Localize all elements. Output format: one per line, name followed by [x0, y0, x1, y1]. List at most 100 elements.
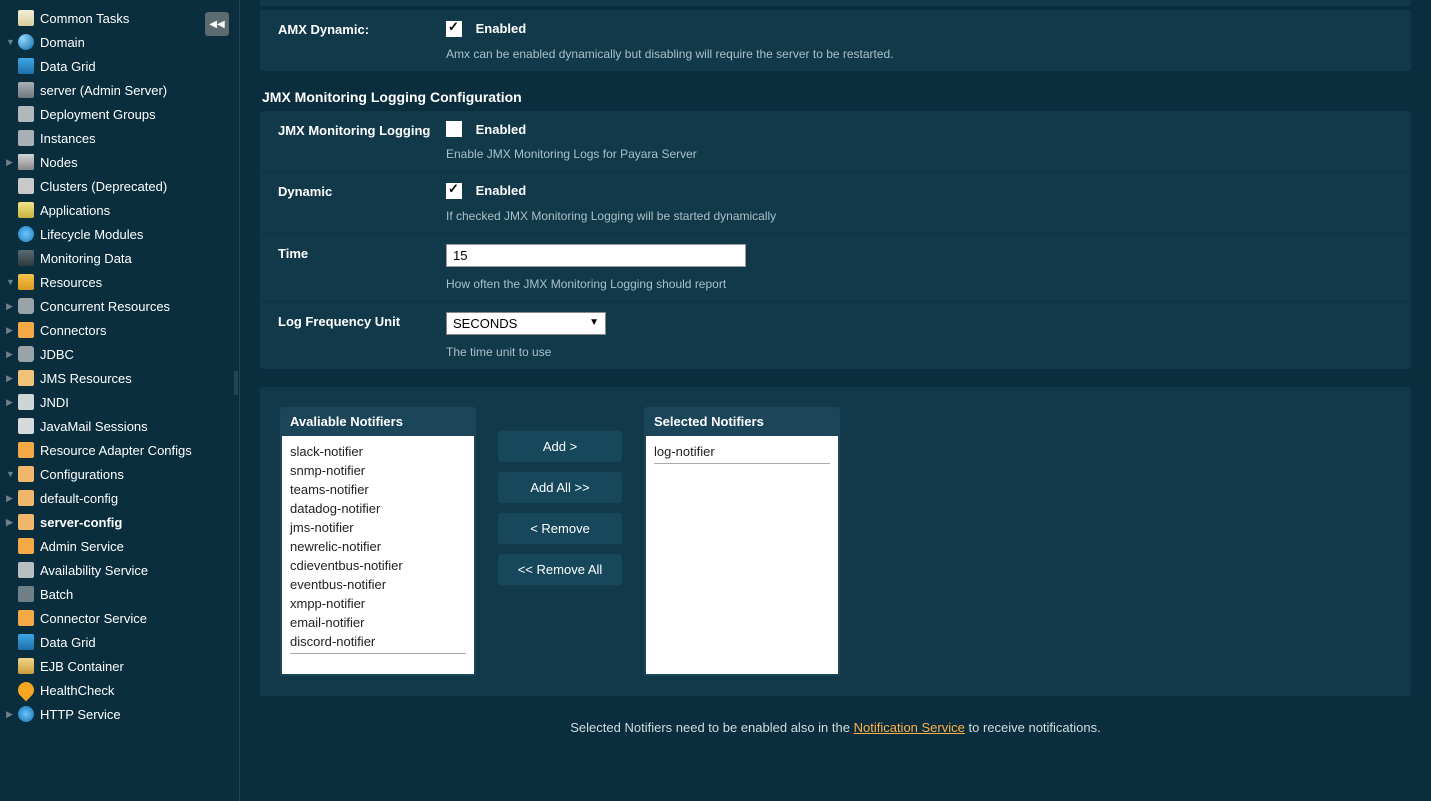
- config-icon: [18, 466, 34, 482]
- sidebar-item[interactable]: EJB Container: [0, 654, 239, 678]
- sidebar-item[interactable]: Admin Service: [0, 534, 239, 558]
- sidebar-item[interactable]: Common Tasks: [0, 6, 239, 30]
- sidebar-item[interactable]: ▼ Resources: [0, 270, 239, 294]
- sidebar-item[interactable]: Lifecycle Modules: [0, 222, 239, 246]
- sidebar-item[interactable]: ▶default-config: [0, 486, 239, 510]
- sidebar-item-label: Admin Service: [40, 539, 124, 554]
- tree-caret-icon: ▶: [6, 325, 16, 336]
- tree-caret-icon: ▶: [6, 373, 16, 384]
- sidebar-item-label: JNDI: [40, 395, 69, 410]
- notification-service-link[interactable]: Notification Service: [854, 720, 965, 735]
- instances-icon: [18, 130, 34, 146]
- sidebar-item[interactable]: server (Admin Server): [0, 78, 239, 102]
- tree-caret-icon: ▶: [6, 301, 16, 312]
- sidebar-item[interactable]: ▶ server-config: [0, 510, 239, 534]
- list-item[interactable]: jms-notifier: [290, 518, 466, 537]
- selected-notifiers-listbox: Selected Notifiers log-notifier: [644, 407, 840, 676]
- jar-icon: [18, 658, 34, 674]
- sidebar-item[interactable]: Data Grid: [0, 630, 239, 654]
- list-separator: [654, 463, 830, 464]
- list-item[interactable]: snmp-notifier: [290, 461, 466, 480]
- db-icon: [18, 346, 34, 362]
- sidebar-item-label: JMS Resources: [40, 371, 132, 386]
- db-icon: [18, 298, 34, 314]
- sidebar-item-label: Monitoring Data: [40, 251, 132, 266]
- sidebar-item[interactable]: ▶HTTP Service: [0, 702, 239, 726]
- available-notifiers-listbox: Avaliable Notifiers slack-notifiersnmp-n…: [280, 407, 476, 676]
- sidebar-item-label: JDBC: [40, 347, 74, 362]
- config-icon: [18, 490, 34, 506]
- sidebar-item-label: Common Tasks: [40, 11, 129, 26]
- tree-caret-icon: ▶: [6, 493, 16, 504]
- sidebar-item[interactable]: Instances: [0, 126, 239, 150]
- sidebar-item[interactable]: ▶JNDI: [0, 390, 239, 414]
- sidebar-item[interactable]: HealthCheck: [0, 678, 239, 702]
- sidebar-item-label: Resources: [40, 275, 102, 290]
- sidebar-item[interactable]: ▶Nodes: [0, 150, 239, 174]
- list-item[interactable]: datadog-notifier: [290, 499, 466, 518]
- list-item[interactable]: log-notifier: [654, 442, 830, 461]
- sidebar-item[interactable]: ▼Configurations: [0, 462, 239, 486]
- amx-panel: AMX Dynamic: Enabled Amx can be enabled …: [260, 10, 1411, 71]
- notifier-footnote: Selected Notifiers need to be enabled al…: [260, 706, 1411, 735]
- sidebar-item[interactable]: Clusters (Deprecated): [0, 174, 239, 198]
- sidebar-item[interactable]: ▶Concurrent Resources: [0, 294, 239, 318]
- tree-caret-icon: ▶: [6, 517, 16, 528]
- available-notifiers-title: Avaliable Notifiers: [280, 407, 476, 436]
- sidebar-item[interactable]: ▼Domain: [0, 30, 239, 54]
- sidebar-item[interactable]: JavaMail Sessions: [0, 414, 239, 438]
- list-item[interactable]: slack-notifier: [290, 442, 466, 461]
- app-icon: [18, 202, 34, 218]
- sidebar-resize-handle[interactable]: [233, 370, 239, 396]
- sidebar-item[interactable]: Data Grid: [0, 54, 239, 78]
- list-item[interactable]: xmpp-notifier: [290, 594, 466, 613]
- sidebar-item[interactable]: Batch: [0, 582, 239, 606]
- sidebar-item-label: Lifecycle Modules: [40, 227, 143, 242]
- health-icon: [15, 679, 38, 702]
- sidebar-item-label: server (Admin Server): [40, 83, 167, 98]
- sidebar-item[interactable]: Deployment Groups: [0, 102, 239, 126]
- list-item[interactable]: discord-notifier: [290, 632, 466, 651]
- sidebar-item-label: EJB Container: [40, 659, 124, 674]
- server-icon: [18, 82, 34, 98]
- list-item[interactable]: email-notifier: [290, 613, 466, 632]
- sidebar-item[interactable]: ▶ JMS Resources: [0, 366, 239, 390]
- sidebar-item[interactable]: ▶Connectors: [0, 318, 239, 342]
- jmx-dynamic-checkbox[interactable]: [446, 183, 462, 199]
- list-item[interactable]: eventbus-notifier: [290, 575, 466, 594]
- sidebar-item[interactable]: Resource Adapter Configs: [0, 438, 239, 462]
- sidebar-item[interactable]: ▶JDBC: [0, 342, 239, 366]
- sidebar-item-label: Domain: [40, 35, 85, 50]
- list-item[interactable]: teams-notifier: [290, 480, 466, 499]
- sidebar-item-label: Instances: [40, 131, 96, 146]
- amx-enabled-text: Enabled: [476, 21, 527, 36]
- double-chevron-left-icon: ◀◀: [209, 19, 224, 30]
- jmx-time-input[interactable]: [446, 244, 746, 267]
- sidebar-item-label: server-config: [40, 515, 122, 530]
- sidebar-item[interactable]: Applications: [0, 198, 239, 222]
- jmx-unit-select[interactable]: SECONDS ▼: [446, 312, 606, 335]
- remove-all-button[interactable]: << Remove All: [498, 554, 622, 585]
- globe-icon: [18, 34, 34, 50]
- list-separator: [290, 653, 466, 654]
- plug-icon: [18, 538, 34, 554]
- tree-caret-icon: ▶: [6, 709, 16, 720]
- sidebar-collapse-button[interactable]: ◀◀: [205, 12, 229, 36]
- sidebar-item[interactable]: Monitoring Data: [0, 246, 239, 270]
- list-item[interactable]: newrelic-notifier: [290, 537, 466, 556]
- section-title-jmx: JMX Monitoring Logging Configuration: [262, 89, 1411, 105]
- tree-caret-icon: ▼: [6, 277, 16, 287]
- sidebar-item[interactable]: Availability Service: [0, 558, 239, 582]
- monitor-icon: [18, 250, 34, 266]
- amx-dynamic-checkbox[interactable]: [446, 21, 462, 37]
- selected-notifiers-body[interactable]: log-notifier: [644, 436, 840, 676]
- sidebar-item[interactable]: Connector Service: [0, 606, 239, 630]
- jmx-logging-checkbox[interactable]: [446, 121, 462, 137]
- available-notifiers-body[interactable]: slack-notifiersnmp-notifierteams-notifie…: [280, 436, 476, 676]
- remove-button[interactable]: < Remove: [498, 513, 622, 544]
- add-all-button[interactable]: Add All >>: [498, 472, 622, 503]
- sidebar-nav: ◀◀ Common Tasks▼DomainData Gridserver (A…: [0, 0, 240, 801]
- add-button[interactable]: Add >: [498, 431, 622, 462]
- list-item[interactable]: cdieventbus-notifier: [290, 556, 466, 575]
- sidebar-item-label: Data Grid: [40, 635, 96, 650]
